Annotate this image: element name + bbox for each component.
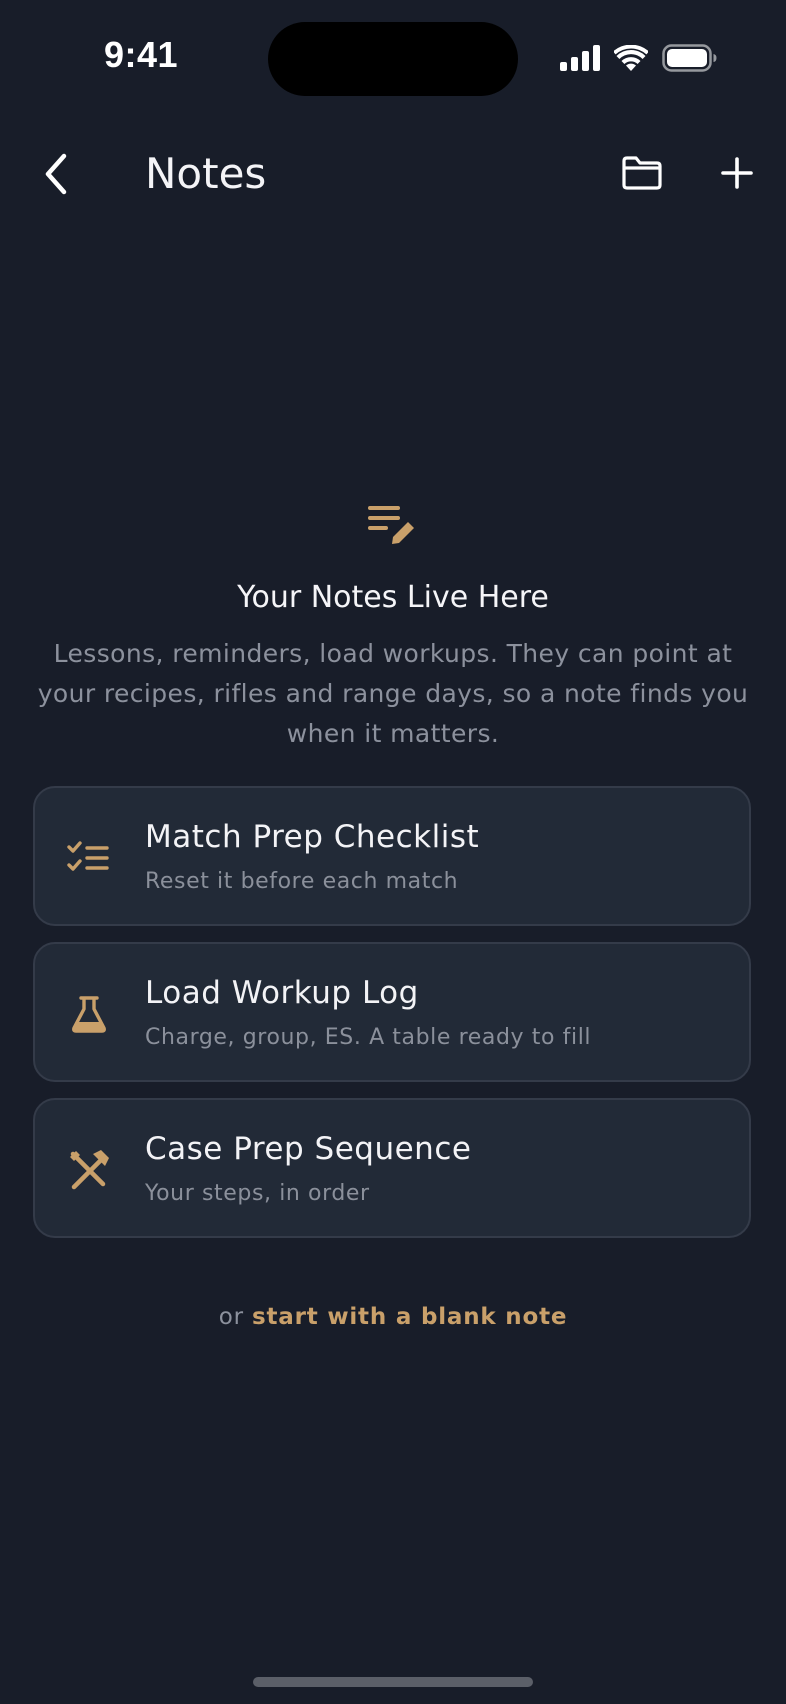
status-time: 9:41 [103, 34, 179, 75]
folder-icon [622, 156, 662, 190]
notes-screen: 9:41 Notes Your Notes Live Here Lessons,… [0, 0, 786, 1704]
status-icons [560, 40, 718, 76]
dynamic-island [268, 22, 518, 96]
back-button[interactable] [32, 145, 80, 203]
template-subtitle: Charge, group, ES. A table ready to fill [145, 1025, 592, 1050]
folders-button[interactable] [616, 148, 668, 198]
add-note-button[interactable] [712, 148, 762, 198]
wifi-icon [614, 45, 648, 71]
chevron-left-icon [45, 153, 67, 195]
plus-icon [721, 157, 753, 189]
template-subtitle: Your steps, in order [145, 1181, 370, 1206]
notes-edit-icon [368, 506, 414, 544]
template-title: Match Prep Checklist [145, 819, 480, 855]
blank-note-prefix: or [218, 1304, 252, 1330]
template-card-case-prep[interactable]: Case Prep Sequence Your steps, in order [33, 1098, 751, 1238]
empty-state-description: Lessons, reminders, load workups. They c… [37, 639, 749, 748]
template-title: Load Workup Log [145, 975, 419, 1011]
template-title: Case Prep Sequence [145, 1131, 472, 1167]
template-subtitle: Reset it before each match [145, 869, 459, 894]
tools-icon [67, 1148, 111, 1192]
flask-icon [67, 992, 111, 1036]
checklist-icon [67, 836, 111, 880]
start-blank-note-link[interactable]: start with a blank note [252, 1304, 567, 1330]
page-title: Notes [145, 149, 267, 198]
template-card-load-workup[interactable]: Load Workup Log Charge, group, ES. A tab… [33, 942, 751, 1082]
blank-note-row: or start with a blank note [0, 1300, 786, 1334]
empty-state-title: Your Notes Live Here [237, 580, 549, 615]
battery-icon [662, 44, 717, 72]
template-card-match-prep[interactable]: Match Prep Checklist Reset it before eac… [33, 786, 751, 926]
home-indicator[interactable] [253, 1677, 533, 1687]
signal-icon [560, 45, 600, 71]
